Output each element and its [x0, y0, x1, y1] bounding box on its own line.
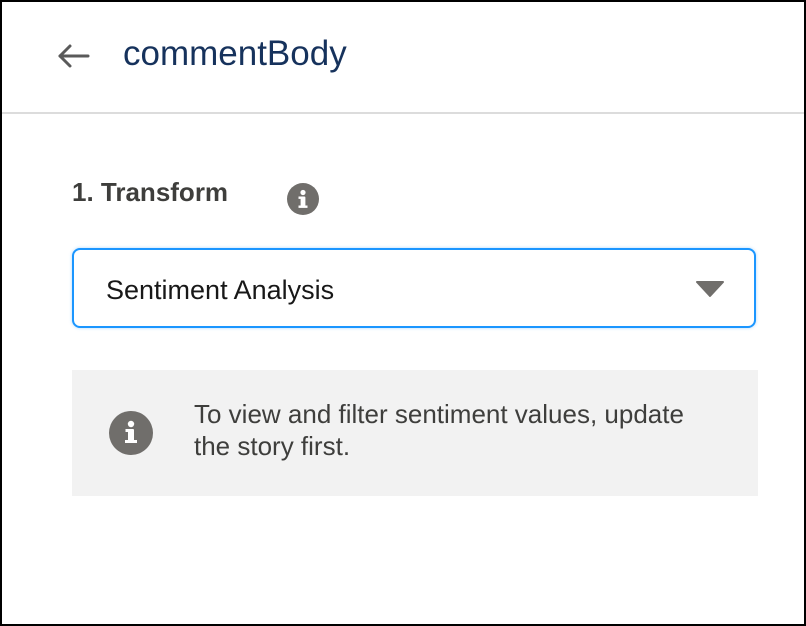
info-icon [104, 406, 158, 460]
transform-label: 1. Transform [72, 177, 229, 207]
arrow-left-icon [58, 44, 90, 68]
transform-select-value: Sentiment Analysis [106, 275, 335, 305]
info-notice: To view and filter sentiment values, upd… [72, 370, 758, 496]
panel-title: commentBody [123, 34, 347, 73]
caret-down-icon [696, 280, 724, 298]
info-icon[interactable] [286, 182, 320, 216]
transform-select[interactable]: Sentiment Analysis [72, 248, 756, 328]
back-button[interactable] [50, 36, 94, 76]
notice-text: To view and filter sentiment values, upd… [194, 399, 684, 461]
panel-header: commentBody [2, 2, 804, 114]
transform-panel: commentBody 1. Transform Sentiment Analy… [0, 0, 806, 626]
